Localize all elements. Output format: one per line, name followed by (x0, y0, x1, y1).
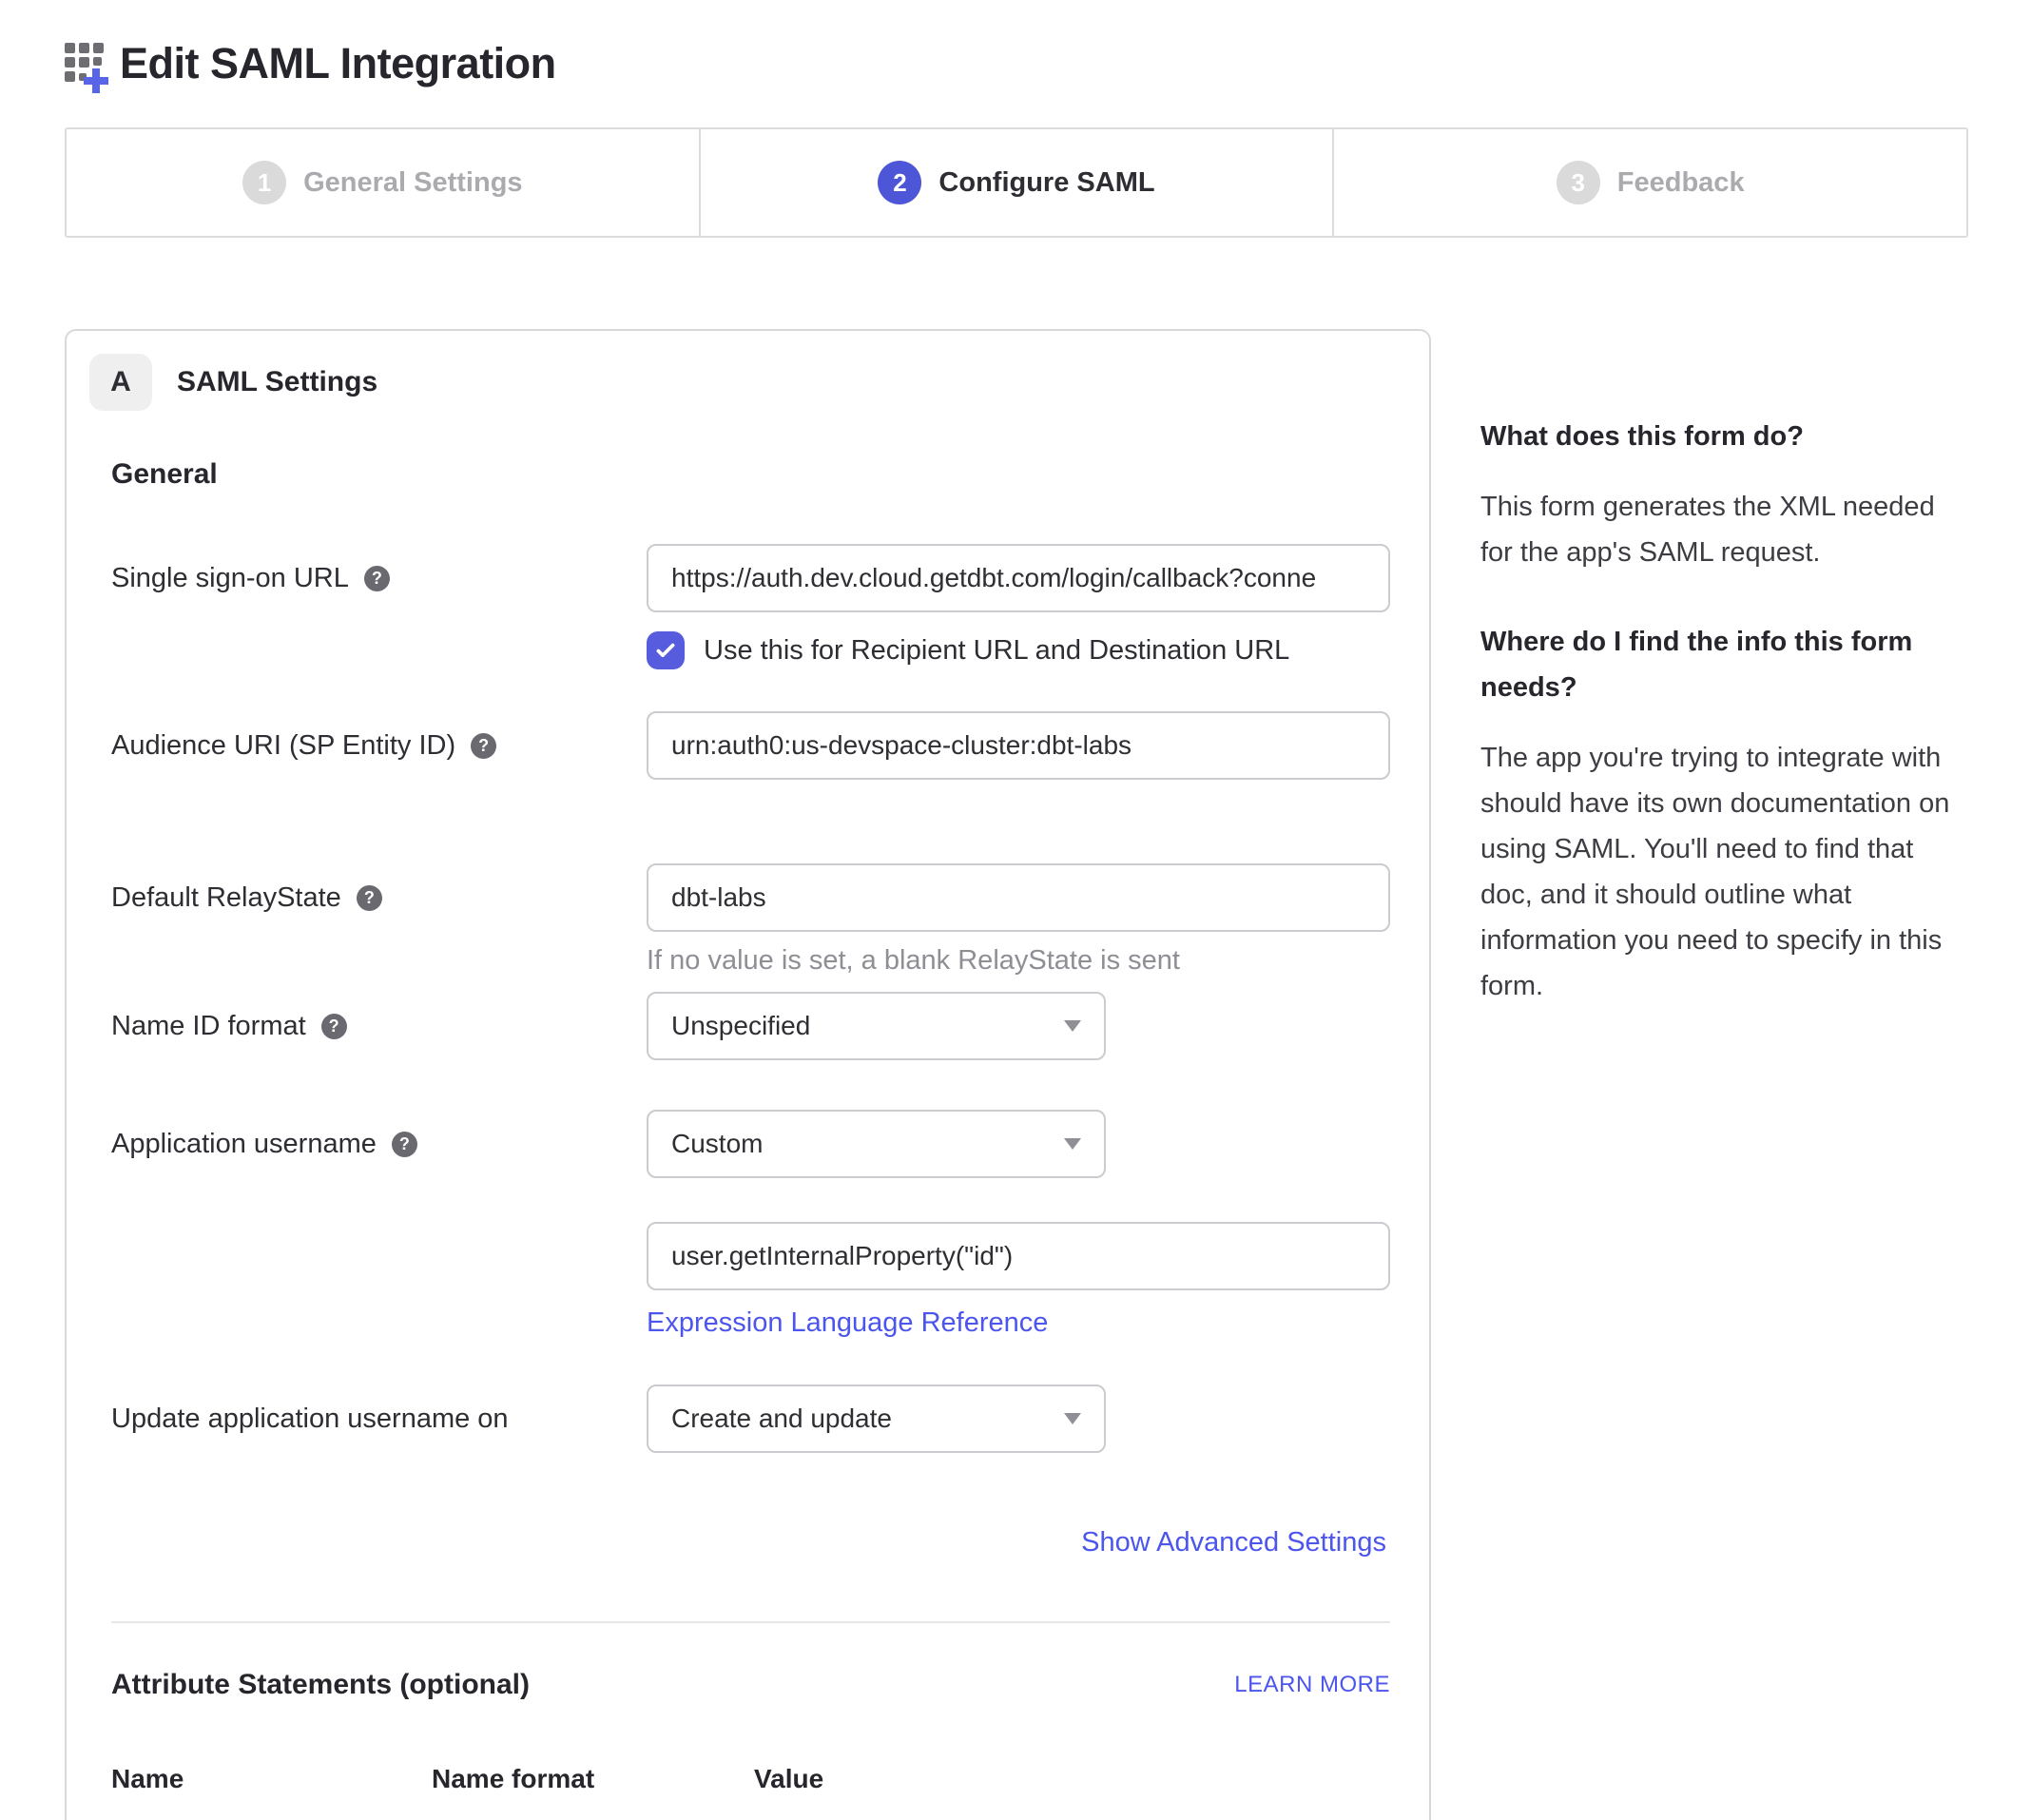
step-label: Configure SAML (938, 167, 1154, 199)
column-header-value: Value (754, 1764, 823, 1794)
saml-settings-panel: A SAML Settings General Single sign-on U… (65, 329, 1431, 1820)
column-header-name: Name (111, 1764, 432, 1794)
relay-state-label: Default RelayState (111, 882, 341, 914)
sso-url-input[interactable] (647, 544, 1390, 612)
step-feedback[interactable]: 3 Feedback (1332, 129, 1966, 236)
step-configure-saml[interactable]: 2 Configure SAML (699, 129, 1333, 236)
attribute-statements-heading: Attribute Statements (optional) (111, 1669, 530, 1701)
recipient-url-checkbox[interactable] (647, 631, 685, 669)
application-username-select[interactable]: Custom (647, 1110, 1106, 1178)
general-section-heading: General (111, 458, 1386, 491)
advanced-settings-row: Show Advanced Settings (111, 1527, 1386, 1559)
attribute-statements-header: Attribute Statements (optional) LEARN MO… (111, 1669, 1390, 1701)
help-icon[interactable]: ? (364, 566, 390, 591)
sso-checkbox-row: Use this for Recipient URL and Destinati… (647, 631, 1390, 669)
chevron-down-icon (1064, 1138, 1081, 1150)
chevron-down-icon (1064, 1020, 1081, 1032)
application-username-row: Application username ? Custom Expression… (111, 1110, 1386, 1339)
panel-header: A SAML Settings (67, 354, 1386, 411)
audience-uri-row: Audience URI (SP Entity ID) ? (111, 711, 1386, 780)
wizard-stepper: 1 General Settings 2 Configure SAML 3 Fe… (65, 127, 1968, 238)
panel-title: SAML Settings (177, 366, 377, 398)
step-general-settings[interactable]: 1 General Settings (67, 129, 699, 236)
help-sidebar: What does this form do? This form genera… (1480, 414, 1963, 1009)
section-a-badge: A (89, 354, 152, 411)
page-header: Edit SAML Integration (65, 27, 1968, 101)
recipient-url-checkbox-label[interactable]: Use this for Recipient URL and Destinati… (704, 635, 1289, 667)
page-title: Edit SAML Integration (120, 39, 556, 88)
relay-state-row: Default RelayState ? If no value is set,… (111, 863, 1386, 977)
step-number-badge: 3 (1557, 161, 1600, 204)
step-label: General Settings (303, 167, 522, 199)
grid-plus-icon (65, 37, 112, 96)
page: Edit SAML Integration 1 General Settings… (0, 0, 2031, 1820)
help-icon[interactable]: ? (357, 885, 382, 911)
section-divider (111, 1621, 1390, 1623)
application-username-label: Application username (111, 1129, 377, 1160)
sidebar-answer-1: This form generates the XML needed for t… (1480, 484, 1963, 575)
chevron-down-icon (1064, 1413, 1081, 1424)
attribute-table-header: Name Name format Value (111, 1764, 1390, 1794)
sidebar-question-2: Where do I find the info this form needs… (1480, 619, 1963, 710)
relay-state-input[interactable] (647, 863, 1390, 932)
selected-value: Unspecified (671, 1011, 810, 1041)
help-icon[interactable]: ? (321, 1014, 347, 1039)
show-advanced-settings-link[interactable]: Show Advanced Settings (1081, 1527, 1386, 1559)
saml-settings-form: General Single sign-on URL ? (67, 458, 1386, 1794)
sso-url-label: Single sign-on URL (111, 563, 349, 594)
audience-uri-label: Audience URI (SP Entity ID) (111, 730, 455, 762)
step-number-badge: 1 (242, 161, 286, 204)
selected-value: Create and update (671, 1404, 892, 1434)
expression-language-reference-link[interactable]: Expression Language Reference (647, 1307, 1048, 1339)
name-id-format-row: Name ID format ? Unspecified (111, 992, 1386, 1060)
update-username-select[interactable]: Create and update (647, 1384, 1106, 1453)
update-username-label: Update application username on (111, 1404, 509, 1435)
help-icon[interactable]: ? (471, 733, 496, 759)
name-id-format-select[interactable]: Unspecified (647, 992, 1106, 1060)
learn-more-link[interactable]: LEARN MORE (1234, 1672, 1390, 1698)
audience-uri-input[interactable] (647, 711, 1390, 780)
sidebar-answer-2: The app you're trying to integrate with … (1480, 735, 1963, 1009)
name-id-format-label: Name ID format (111, 1011, 306, 1042)
relay-state-hint: If no value is set, a blank RelayState i… (647, 945, 1390, 977)
custom-expression-input[interactable] (647, 1222, 1390, 1290)
update-username-row: Update application username on Create an… (111, 1384, 1386, 1453)
selected-value: Custom (671, 1129, 763, 1159)
sidebar-question-1: What does this form do? (1480, 414, 1963, 459)
step-number-badge: 2 (878, 161, 921, 204)
help-icon[interactable]: ? (392, 1132, 417, 1157)
step-label: Feedback (1617, 167, 1745, 199)
sso-url-row: Single sign-on URL ? Use this for Recipi… (111, 544, 1386, 669)
column-header-name-format: Name format (432, 1764, 754, 1794)
